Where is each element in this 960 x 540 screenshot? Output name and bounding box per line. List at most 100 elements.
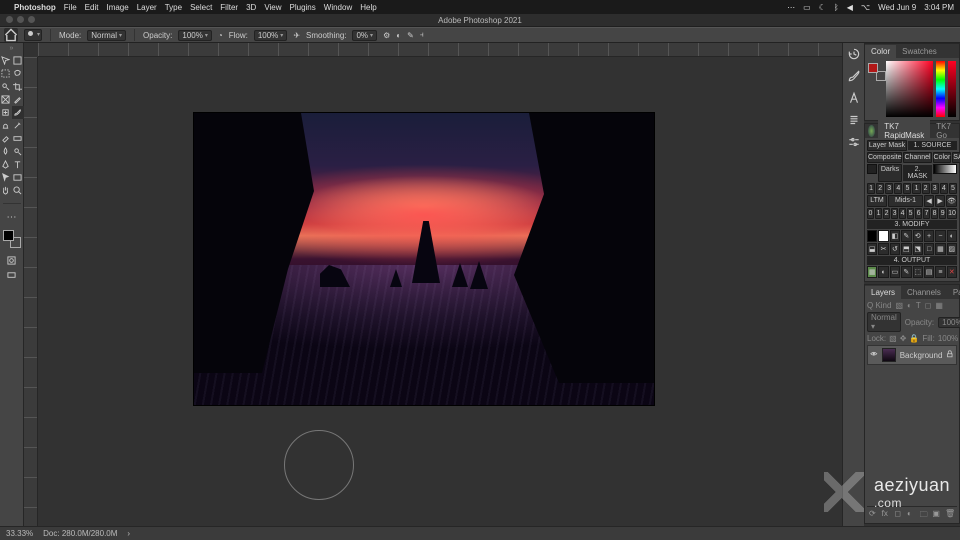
menu-view[interactable]: View [264,3,281,12]
path-select-tool[interactable] [0,171,12,184]
move-tool[interactable] [0,54,12,67]
airbrush-icon[interactable]: ✈ [293,31,300,40]
brush-preset-picker[interactable]: ▾ [24,29,42,41]
menubar-cc-icon[interactable]: ⌥ [861,3,870,12]
tk-color-button[interactable]: Color [933,152,952,163]
tk-mids-button[interactable]: Mids-1 [888,195,923,207]
pressure-opacity-icon[interactable]: ◔ [218,31,223,40]
menubar-date[interactable]: Wed Jun 9 [878,3,916,12]
menu-filter[interactable]: Filter [220,3,238,12]
tk-channel-button[interactable]: Channel [903,152,931,163]
tk-lights-gradient[interactable] [933,164,957,174]
brush-panel-icon[interactable] [847,69,861,83]
tk-mod-icon[interactable]: ◧ [890,230,900,242]
menubar-wifi-icon[interactable]: ⋯ [787,3,795,12]
panel-fgbg-swatch[interactable] [868,63,886,81]
smoothing-field[interactable]: 0%▾ [352,30,377,41]
menubar-sound-icon[interactable]: ◀︎ [847,3,853,12]
tk-mod-icon[interactable]: ▦ [935,243,945,255]
visibility-icon[interactable] [870,350,878,360]
opacity-field[interactable]: 100%▾ [178,30,211,41]
layer-name[interactable]: Background [900,351,943,360]
filter-shape-icon[interactable]: ◻ [925,301,932,310]
ruler-horizontal[interactable] [38,43,842,57]
tk-mod-icon[interactable]: ⬒ [901,243,911,255]
quickmask-icon[interactable] [3,254,21,267]
gradient-tool[interactable] [12,132,24,145]
crop-tool[interactable] [12,80,24,93]
tk-mod-icon[interactable]: ✂ [878,243,888,255]
window-controls[interactable] [6,16,35,23]
tk-out-icon[interactable]: ▭ [890,266,900,278]
tk-out-x-icon[interactable]: ✕ [947,266,957,278]
mode-select[interactable]: Normal▾ [87,30,126,41]
paths-tab[interactable]: Paths [947,286,960,299]
tk-mod-icon[interactable]: − [935,230,945,242]
menu-select[interactable]: Select [190,3,212,12]
status-zoom[interactable]: 33.33% [6,529,33,538]
dodge-tool[interactable] [12,145,24,158]
brush-tool[interactable] [12,106,24,119]
menubar-bt-icon[interactable]: ᛒ [834,3,839,12]
menu-file[interactable]: File [64,3,77,12]
layer-item-background[interactable]: Background [867,345,957,365]
history-brush-tool[interactable] [12,119,24,132]
filter-adj-icon[interactable]: ◐ [907,301,912,310]
tk-mod-icon[interactable]: □ [924,243,934,255]
tk-layermask-button[interactable]: Layer Mask [867,140,907,151]
lock-all-icon[interactable]: 🔒 [909,334,919,343]
pen-tool[interactable] [0,158,12,171]
menubar-moon-icon[interactable]: ☾ [819,3,826,12]
screenmode-icon[interactable] [3,269,21,282]
document-canvas[interactable] [194,113,654,405]
foreground-background-colors[interactable] [3,230,21,248]
menu-layer[interactable]: Layer [137,3,157,12]
blur-tool[interactable] [0,145,12,158]
symmetry-icon[interactable]: ⫞ [420,30,424,40]
status-docsize[interactable]: Doc: 280.0M/280.0M [43,529,117,538]
menu-edit[interactable]: Edit [85,3,99,12]
tools-collapse-icon[interactable]: » [10,45,14,52]
tk-out-icon[interactable]: ✎ [901,266,911,278]
tk-mod-icon[interactable]: ⬔ [913,243,923,255]
tk-mod-icon[interactable]: ◐ [947,230,957,242]
tk-view-icon[interactable]: 👁 [946,195,957,207]
tk-out-icon[interactable]: ⬚ [913,266,923,278]
angle-icon[interactable]: ◐ [396,31,401,40]
eyedropper-tool[interactable] [12,93,24,106]
menubar-battery-icon[interactable]: ▭ [803,3,811,12]
tk-white-icon[interactable] [878,230,888,242]
marquee-tool[interactable] [0,67,12,80]
menu-plugins[interactable]: Plugins [290,3,316,12]
menu-window[interactable]: Window [324,3,352,12]
zoom-tool[interactable] [12,184,24,197]
tk-out-icon[interactable]: ▤ [924,266,934,278]
character-panel-icon[interactable] [847,91,861,105]
app-name[interactable]: Photoshop [14,3,56,12]
tk7-rapidmask-tab[interactable]: TK7 RapidMask [878,120,930,142]
minimize-icon[interactable] [17,16,24,23]
menu-help[interactable]: Help [360,3,376,12]
edit-toolbar-icon[interactable]: ⋯ [3,211,21,224]
tk-eye-icon[interactable] [867,164,877,174]
tk7-go-tab[interactable]: TK7 Go [930,120,959,142]
tk-left-icon[interactable]: ◀ [924,195,934,207]
canvas-area[interactable] [24,43,842,526]
foreground-color-swatch[interactable] [3,230,14,241]
tk-mod-icon[interactable]: ⟲ [913,230,923,242]
type-tool[interactable] [12,158,24,171]
lock-icon[interactable] [946,350,954,360]
properties-panel-icon[interactable] [847,135,861,149]
history-panel-icon[interactable] [847,47,861,61]
tk-right-icon[interactable]: ▶ [935,195,945,207]
filter-pixel-icon[interactable]: ▧ [895,301,903,310]
tk-mod-icon[interactable]: + [924,230,934,242]
tk-ltm-button[interactable]: LTM [867,195,887,207]
tk-darks-button[interactable]: Darks [878,164,902,182]
ruler-vertical[interactable] [24,57,38,526]
home-icon[interactable] [4,28,18,42]
tk-mod-icon[interactable]: ✎ [901,230,911,242]
tk-composite-button[interactable]: Composite [867,152,902,163]
fill-field[interactable]: 100% [938,334,958,343]
menu-image[interactable]: Image [106,3,128,12]
